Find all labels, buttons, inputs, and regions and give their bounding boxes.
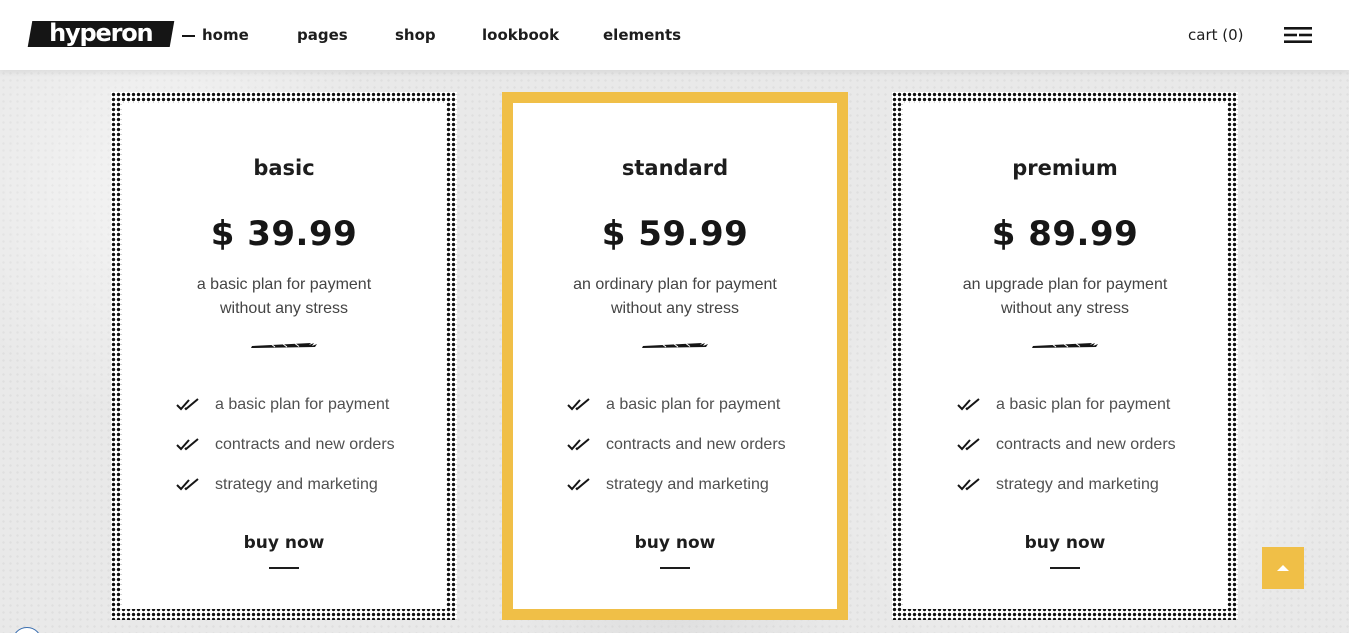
card-body: basic $ 39.99 a basic plan for payment w… [122, 103, 446, 609]
pricing-card-standard: standard $ 59.99 an ordinary plan for pa… [502, 92, 848, 620]
plan-description-line-2: without any stress [610, 300, 740, 317]
double-check-icon [176, 398, 199, 411]
double-check-icon [567, 478, 590, 491]
plan-price: $ 89.99 [991, 214, 1139, 254]
cart-label: cart [1188, 26, 1218, 44]
scroll-to-top-button[interactable] [1262, 547, 1304, 589]
feature-item: contracts and new orders [957, 425, 1176, 465]
double-check-icon [957, 478, 980, 491]
active-nav-indicator [182, 35, 195, 37]
logo[interactable]: hyperon [27, 18, 175, 47]
brush-stroke-icon [251, 343, 317, 348]
feature-item: a basic plan for payment [567, 385, 786, 425]
plan-title: premium [1012, 156, 1118, 180]
double-check-icon [176, 438, 199, 451]
pricing-card-basic: basic $ 39.99 a basic plan for payment w… [111, 92, 457, 620]
feature-item: contracts and new orders [567, 425, 786, 465]
buy-now-underline [660, 567, 690, 569]
nav-shop[interactable]: shop [395, 25, 436, 45]
plan-title: basic [253, 156, 315, 180]
site-header: hyperon home pages shop lookbook element… [0, 0, 1349, 70]
buy-now-button[interactable]: buy now [903, 533, 1227, 553]
pricing-card-premium: premium $ 89.99 an upgrade plan for paym… [892, 92, 1238, 620]
feature-text: a basic plan for payment [606, 396, 781, 413]
double-check-icon [567, 438, 590, 451]
plan-title: standard [621, 156, 729, 180]
brush-stroke-icon [1032, 343, 1098, 348]
double-check-icon [567, 398, 590, 411]
feature-item: contracts and new orders [176, 425, 395, 465]
double-check-icon [957, 398, 980, 411]
plan-price: $ 39.99 [210, 214, 358, 254]
card-body: standard $ 59.99 an ordinary plan for pa… [513, 103, 837, 609]
feature-item: strategy and marketing [176, 465, 395, 505]
buy-now-button[interactable]: buy now [122, 533, 446, 553]
feature-text: strategy and marketing [215, 476, 378, 493]
feature-list: a basic plan for payment contracts and n… [176, 385, 395, 505]
cart-count: (0) [1222, 26, 1244, 44]
feature-text: strategy and marketing [606, 476, 769, 493]
feature-text: strategy and marketing [996, 476, 1159, 493]
brush-stroke-icon [642, 343, 708, 348]
double-check-icon [957, 438, 980, 451]
nav-pages[interactable]: pages [297, 25, 348, 45]
buy-now-underline [1050, 567, 1080, 569]
plan-description-line-1: an upgrade plan for payment [962, 276, 1168, 293]
card-body: premium $ 89.99 an upgrade plan for paym… [903, 103, 1227, 609]
feature-text: contracts and new orders [215, 436, 395, 453]
buy-now-underline [269, 567, 299, 569]
feature-text: a basic plan for payment [996, 396, 1171, 413]
feature-item: a basic plan for payment [957, 385, 1176, 425]
feature-text: contracts and new orders [996, 436, 1176, 453]
feature-text: a basic plan for payment [215, 396, 390, 413]
double-check-icon [176, 478, 199, 491]
nav-home[interactable]: home [202, 25, 249, 45]
arrow-up-icon [1277, 565, 1289, 571]
buy-now-button[interactable]: buy now [513, 533, 837, 553]
nav-lookbook[interactable]: lookbook [482, 25, 559, 45]
corner-badge [12, 627, 42, 633]
feature-item: strategy and marketing [567, 465, 786, 505]
feature-text: contracts and new orders [606, 436, 786, 453]
plan-description-line-1: a basic plan for payment [196, 276, 372, 293]
feature-item: a basic plan for payment [176, 385, 395, 425]
logo-text: hyperon [49, 18, 153, 47]
plan-price: $ 59.99 [601, 214, 749, 254]
plan-description-line-2: without any stress [1000, 300, 1130, 317]
hamburger-menu-icon[interactable] [1284, 27, 1312, 43]
plan-description-line-1: an ordinary plan for payment [573, 276, 777, 293]
feature-list: a basic plan for payment contracts and n… [567, 385, 786, 505]
nav-elements[interactable]: elements [603, 25, 681, 45]
plan-description-line-2: without any stress [219, 300, 349, 317]
feature-item: strategy and marketing [957, 465, 1176, 505]
cart-link[interactable]: cart (0) [1188, 25, 1244, 45]
feature-list: a basic plan for payment contracts and n… [957, 385, 1176, 505]
